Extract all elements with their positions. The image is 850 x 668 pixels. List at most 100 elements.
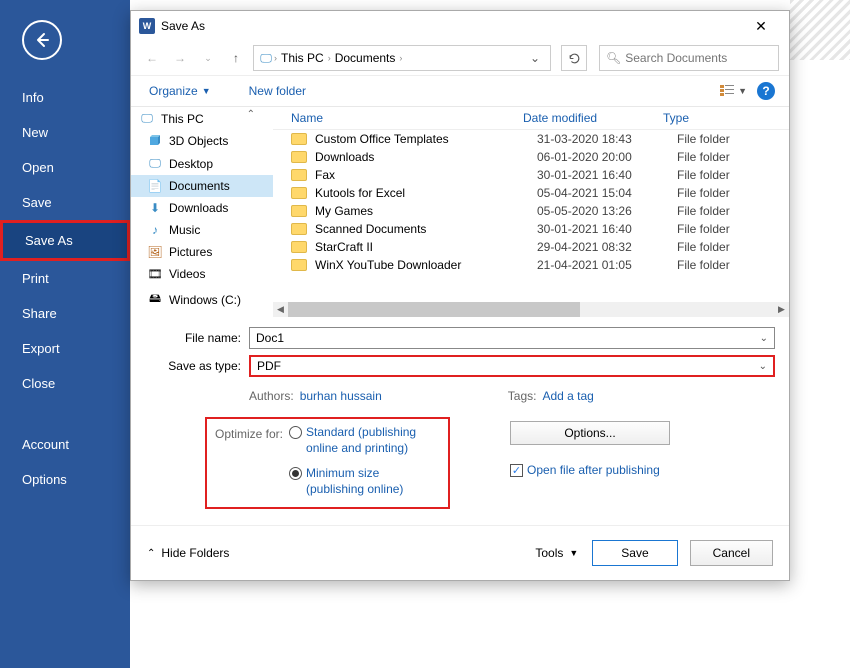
save-as-type-combo[interactable]: ⌄ xyxy=(249,355,775,377)
cancel-button[interactable]: Cancel xyxy=(690,540,773,566)
file-row[interactable]: My Games05-05-2020 13:26File folder xyxy=(273,202,789,220)
breadcrumb-sep3[interactable]: › xyxy=(399,53,402,63)
3d-icon xyxy=(147,134,163,148)
radio-icon xyxy=(289,426,302,439)
folder-icon xyxy=(291,241,307,253)
organize-menu[interactable]: Organize ▼ xyxy=(145,82,215,100)
folder-icon xyxy=(291,187,307,199)
breadcrumb-pc-icon: 🖵 xyxy=(258,51,274,66)
optimize-standard-radio[interactable]: Standard (publishing online and printing… xyxy=(289,425,436,456)
menu-export[interactable]: Export xyxy=(0,331,130,366)
horizontal-scrollbar[interactable]: ◀ ▶ xyxy=(273,302,789,317)
tags-value[interactable]: Add a tag xyxy=(542,389,593,403)
menu-print[interactable]: Print xyxy=(0,261,130,296)
nav-row: ← → ⌄ ↑ 🖵 › This PC › Documents › ⌄ 🔍︎ xyxy=(131,41,789,75)
nav-forward[interactable]: → xyxy=(169,47,191,69)
folder-icon xyxy=(291,169,307,181)
save-button[interactable]: Save xyxy=(592,540,677,566)
tree-downloads[interactable]: ⬇Downloads xyxy=(131,197,273,219)
options-button[interactable]: Options... xyxy=(510,421,670,445)
col-name-header[interactable]: Name xyxy=(273,111,523,125)
new-folder-button[interactable]: New folder xyxy=(245,82,310,100)
menu-close[interactable]: Close xyxy=(0,366,130,401)
search-box[interactable]: 🔍︎ xyxy=(599,45,779,71)
authors-label: Authors: xyxy=(249,389,294,403)
file-row[interactable]: Downloads06-01-2020 20:00File folder xyxy=(273,148,789,166)
col-type-header[interactable]: Type xyxy=(663,111,689,125)
folder-icon xyxy=(291,223,307,235)
file-list[interactable]: Custom Office Templates31-03-2020 18:43F… xyxy=(273,130,789,302)
optimize-label: Optimize for: xyxy=(215,425,283,497)
file-name-dropdown[interactable]: ⌄ xyxy=(754,333,774,344)
address-history-dropdown[interactable]: ⌄ xyxy=(524,51,546,65)
explorer-body: ⌃ 🖵This PC 3D Objects 🖵Desktop 📄Document… xyxy=(131,107,789,317)
dialog-title: Save As xyxy=(161,19,741,33)
authors-value[interactable]: burhan hussain xyxy=(300,389,382,403)
folder-icon xyxy=(291,151,307,163)
toolbar-row: Organize ▼ New folder ▼ ? xyxy=(131,75,789,107)
optimize-minimum-radio[interactable]: Minimum size (publishing online) xyxy=(289,466,436,497)
refresh-button[interactable] xyxy=(561,45,587,71)
hide-folders-button[interactable]: ⌃ Hide Folders xyxy=(147,546,229,560)
help-button[interactable]: ? xyxy=(757,82,775,100)
folder-icon xyxy=(291,259,307,271)
file-row[interactable]: Scanned Documents30-01-2021 16:40File fo… xyxy=(273,220,789,238)
pc-icon: 🖵 xyxy=(139,111,155,126)
file-name-combo[interactable]: ⌄ xyxy=(249,327,775,349)
nav-back[interactable]: ← xyxy=(141,47,163,69)
file-row[interactable]: StarCraft II29-04-2021 08:32File folder xyxy=(273,238,789,256)
music-icon: ♪ xyxy=(147,223,163,237)
tree-3d-objects[interactable]: 3D Objects xyxy=(131,130,273,152)
hscroll-left[interactable]: ◀ xyxy=(273,302,288,317)
menu-save-as[interactable]: Save As xyxy=(0,220,130,261)
file-name-input[interactable] xyxy=(250,331,754,345)
documents-icon: 📄 xyxy=(147,179,163,193)
breadcrumb-documents[interactable]: Documents xyxy=(331,51,400,65)
search-input[interactable] xyxy=(625,51,772,65)
tree-pictures[interactable]: 🖼Pictures xyxy=(131,241,273,263)
menu-options[interactable]: Options xyxy=(0,462,130,497)
menu-new[interactable]: New xyxy=(0,115,130,150)
breadcrumb-thispc[interactable]: This PC xyxy=(277,51,328,65)
tree-windows-c[interactable]: 🖴Windows (C:) xyxy=(131,285,273,314)
optimize-group: Optimize for: Standard (publishing onlin… xyxy=(205,417,450,509)
checkbox-icon: ✓ xyxy=(510,464,523,477)
tools-menu[interactable]: Tools ▼ xyxy=(535,546,578,560)
menu-info[interactable]: Info xyxy=(0,80,130,115)
videos-icon: 🎞 xyxy=(147,267,163,281)
hscroll-thumb[interactable] xyxy=(288,302,580,317)
file-row[interactable]: WinX YouTube Downloader21-04-2021 01:05F… xyxy=(273,256,789,274)
address-bar[interactable]: 🖵 › This PC › Documents › ⌄ xyxy=(253,45,551,71)
chevron-up-icon: ⌃ xyxy=(147,548,155,559)
nav-recent-chevron[interactable]: ⌄ xyxy=(197,47,219,69)
view-button[interactable]: ▼ xyxy=(720,85,747,97)
file-row[interactable]: Fax30-01-2021 16:40File folder xyxy=(273,166,789,184)
open-after-checkbox[interactable]: ✓ Open file after publishing xyxy=(510,463,670,477)
file-row[interactable]: Kutools for Excel05-04-2021 15:04File fo… xyxy=(273,184,789,202)
tree-desktop[interactable]: 🖵Desktop xyxy=(131,152,273,175)
tree-videos[interactable]: 🎞Videos xyxy=(131,263,273,285)
column-headers: Name Date modified Type xyxy=(273,107,789,130)
save-as-type-input[interactable] xyxy=(251,359,753,373)
tree-documents[interactable]: 📄Documents xyxy=(131,175,273,197)
back-button[interactable] xyxy=(22,20,62,60)
menu-share[interactable]: Share xyxy=(0,296,130,331)
tree-expand-icon[interactable]: ⌃ xyxy=(247,109,255,120)
tree-music[interactable]: ♪Music xyxy=(131,219,273,241)
view-icon xyxy=(720,85,734,97)
close-button[interactable]: ✕ xyxy=(741,12,781,40)
save-form: File name: ⌄ Save as type: ⌄ Authors: bu… xyxy=(131,317,789,519)
col-date-header[interactable]: Date modified xyxy=(523,111,663,125)
folder-tree[interactable]: ⌃ 🖵This PC 3D Objects 🖵Desktop 📄Document… xyxy=(131,107,273,317)
nav-up[interactable]: ↑ xyxy=(225,47,247,69)
hscroll-right[interactable]: ▶ xyxy=(774,302,789,317)
file-row[interactable]: Custom Office Templates31-03-2020 18:43F… xyxy=(273,130,789,148)
menu-open[interactable]: Open xyxy=(0,150,130,185)
menu-account[interactable]: Account xyxy=(0,427,130,462)
save-as-type-dropdown[interactable]: ⌄ xyxy=(753,361,773,372)
file-pane: Name Date modified Type Custom Office Te… xyxy=(273,107,789,317)
pictures-icon: 🖼 xyxy=(147,245,163,259)
menu-save[interactable]: Save xyxy=(0,185,130,220)
save-as-type-label: Save as type: xyxy=(145,359,249,373)
dialog-titlebar: W Save As ✕ xyxy=(131,11,789,41)
